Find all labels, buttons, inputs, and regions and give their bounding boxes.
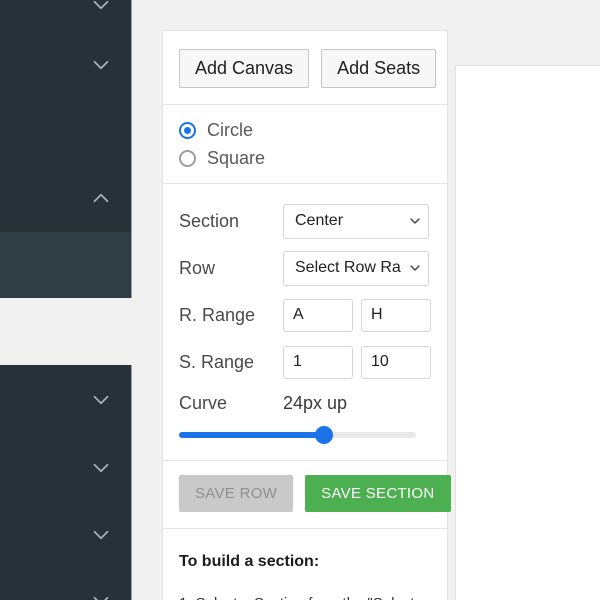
- add-seats-button[interactable]: Add Seats: [321, 49, 437, 88]
- chevron-down-icon[interactable]: [88, 0, 114, 18]
- s-range-label: S. Range: [179, 351, 255, 372]
- row-label: Row: [179, 257, 216, 278]
- field-row-s-range: S. Range: [179, 339, 431, 386]
- section-select-value: Center: [295, 212, 344, 230]
- row-range-select-value: Select Row Range: [295, 259, 402, 277]
- help-step-1: 1. Select a Section from the "Select: [179, 593, 431, 600]
- help-section: To build a section: 1. Select a Section …: [163, 527, 447, 600]
- shape-option-square-label: Square: [207, 148, 266, 169]
- r-range-label: R. Range: [179, 304, 256, 325]
- chevron-down-icon[interactable]: [88, 387, 114, 413]
- r-range-to-input[interactable]: [361, 298, 431, 332]
- shape-radio-group: Circle Square: [163, 105, 447, 184]
- section-label: Section: [179, 210, 240, 231]
- curve-slider[interactable]: [179, 425, 416, 444]
- field-row-section: Section Center: [179, 198, 431, 245]
- curve-label: Curve: [179, 393, 228, 414]
- workspace: Add Canvas Add Seats Circle Square Secti…: [132, 0, 600, 600]
- save-section-button[interactable]: SAVE SECTION: [305, 474, 451, 512]
- section-select[interactable]: Center: [283, 203, 429, 239]
- save-row-button[interactable]: SAVE ROW: [179, 474, 294, 512]
- field-row-row: Row Select Row Range: [179, 245, 431, 292]
- chevron-down-icon[interactable]: [88, 455, 114, 481]
- add-canvas-button[interactable]: Add Canvas: [179, 49, 310, 88]
- section-builder-panel: Add Canvas Add Seats Circle Square Secti…: [162, 30, 451, 600]
- sidebar: [0, 0, 132, 600]
- field-row-r-range: R. Range: [179, 292, 431, 339]
- curve-value-text: 24px up: [283, 393, 348, 414]
- chevron-down-icon: [402, 213, 428, 229]
- chevron-down-icon: [402, 260, 428, 276]
- shape-option-circle[interactable]: Circle: [179, 117, 431, 145]
- shape-option-square[interactable]: Square: [179, 145, 431, 173]
- s-range-from-input[interactable]: [283, 345, 353, 379]
- seat-map-builder-app: Add Canvas Add Seats Circle Square Secti…: [0, 0, 600, 600]
- help-title: To build a section:: [179, 552, 320, 570]
- panel-toolbar: Add Canvas Add Seats: [163, 31, 447, 105]
- chevron-down-icon[interactable]: [88, 522, 114, 548]
- curve-slider-fill: [179, 431, 324, 438]
- s-range-to-input[interactable]: [361, 345, 431, 379]
- row-range-select[interactable]: Select Row Range: [283, 250, 429, 286]
- section-form-fields: Section Center Row Select Row Range: [163, 184, 447, 460]
- shape-option-circle-label: Circle: [207, 120, 254, 141]
- chevron-down-icon[interactable]: [88, 588, 114, 600]
- curve-slider-container: [179, 422, 431, 456]
- radio-circle-icon[interactable]: [179, 122, 196, 140]
- r-range-from-input[interactable]: [283, 298, 353, 332]
- chevron-up-icon[interactable]: [88, 185, 114, 211]
- curve-slider-thumb[interactable]: [314, 425, 333, 444]
- radio-square-icon[interactable]: [179, 150, 196, 168]
- seat-canvas-panel[interactable]: [455, 65, 600, 600]
- field-row-curve: Curve 24px up: [179, 386, 431, 422]
- sidebar-item-active[interactable]: [0, 232, 132, 298]
- chevron-down-icon[interactable]: [88, 52, 114, 78]
- save-actions: SAVE ROW SAVE SECTION: [163, 459, 451, 528]
